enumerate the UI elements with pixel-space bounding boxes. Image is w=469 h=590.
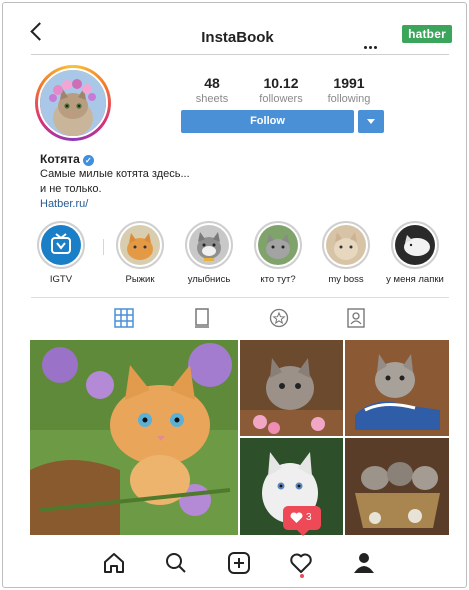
highlight-photo <box>258 225 298 265</box>
highlight-label: улыбнись <box>187 274 231 285</box>
highlight-label: кто тут? <box>260 274 296 285</box>
highlight-photo <box>326 225 366 265</box>
highlight-photo <box>395 225 435 265</box>
avatar[interactable] <box>35 65 111 141</box>
photo-image <box>240 340 343 436</box>
highlight-label: IGTV <box>49 274 73 285</box>
photo-image <box>30 340 238 535</box>
brand-badge: hatber <box>402 25 452 43</box>
bio-line: и не только. <box>40 183 102 195</box>
photo-tile[interactable] <box>30 340 238 535</box>
profile-link[interactable]: Hatber.ru/ <box>40 198 88 210</box>
photo-grid <box>30 340 449 535</box>
activity-dot <box>300 574 304 578</box>
highlight-igtv[interactable]: IGTV <box>31 221 91 285</box>
highlight-label: Рыжик <box>125 274 155 285</box>
heart-icon[interactable] <box>289 551 313 575</box>
follow-button[interactable]: Follow <box>181 110 354 133</box>
highlight-paws[interactable]: у меня лапки <box>385 221 445 285</box>
home-icon[interactable] <box>102 551 126 575</box>
stat-value: 48 <box>204 75 220 91</box>
chevron-down-icon <box>367 119 375 124</box>
star-icon[interactable] <box>269 308 289 328</box>
profile-name: Котята ✓ <box>40 152 94 166</box>
photo-tile[interactable] <box>345 438 449 535</box>
bottom-nav <box>31 543 449 583</box>
photo-image <box>345 438 449 535</box>
highlight-ryzhik[interactable]: Рыжик <box>110 221 170 285</box>
divider <box>103 239 104 255</box>
highlight-photo <box>120 225 160 265</box>
stat-label: sheets <box>195 93 229 105</box>
stat-value: 1991 <box>333 75 365 91</box>
igtv-icon <box>41 225 81 265</box>
stat-following[interactable]: 1991 following <box>309 75 389 105</box>
highlight-who[interactable]: кто тут? <box>248 221 308 285</box>
top-bar: InstaBook hatber <box>3 3 466 55</box>
add-icon[interactable] <box>227 551 251 575</box>
photo-tile[interactable] <box>240 340 343 436</box>
feed-icon[interactable] <box>192 308 212 328</box>
bio-line: Самые милые котята здесь... <box>40 168 190 180</box>
page-title: InstaBook <box>201 29 274 46</box>
follow-dropdown-button[interactable] <box>358 110 384 133</box>
profile-icon[interactable] <box>352 551 376 575</box>
more-icon[interactable] <box>364 36 379 54</box>
tagged-icon[interactable] <box>346 308 366 328</box>
highlight-label: у меня лапки <box>386 274 444 285</box>
verified-icon: ✓ <box>82 155 94 166</box>
notification-count: 3 <box>306 512 312 523</box>
highlight-my-boss[interactable]: my boss <box>316 221 376 285</box>
divider <box>31 54 449 55</box>
app-frame: InstaBook hatber 48 sheets 10.12 followe… <box>2 2 467 588</box>
photo-tile[interactable] <box>345 340 449 436</box>
highlight-smile[interactable]: улыбнись <box>179 221 239 285</box>
heart-icon <box>290 512 303 523</box>
photo-image <box>345 340 449 436</box>
highlight-label: my boss <box>328 274 364 285</box>
stat-sheets[interactable]: 48 sheets <box>172 75 252 105</box>
profile-tabs <box>31 297 449 336</box>
search-icon[interactable] <box>164 551 188 575</box>
avatar-photo <box>40 70 106 136</box>
grid-icon[interactable] <box>114 308 134 328</box>
stat-label: following <box>327 93 371 105</box>
notification-badge[interactable]: 3 <box>283 506 321 536</box>
highlight-photo <box>189 225 229 265</box>
